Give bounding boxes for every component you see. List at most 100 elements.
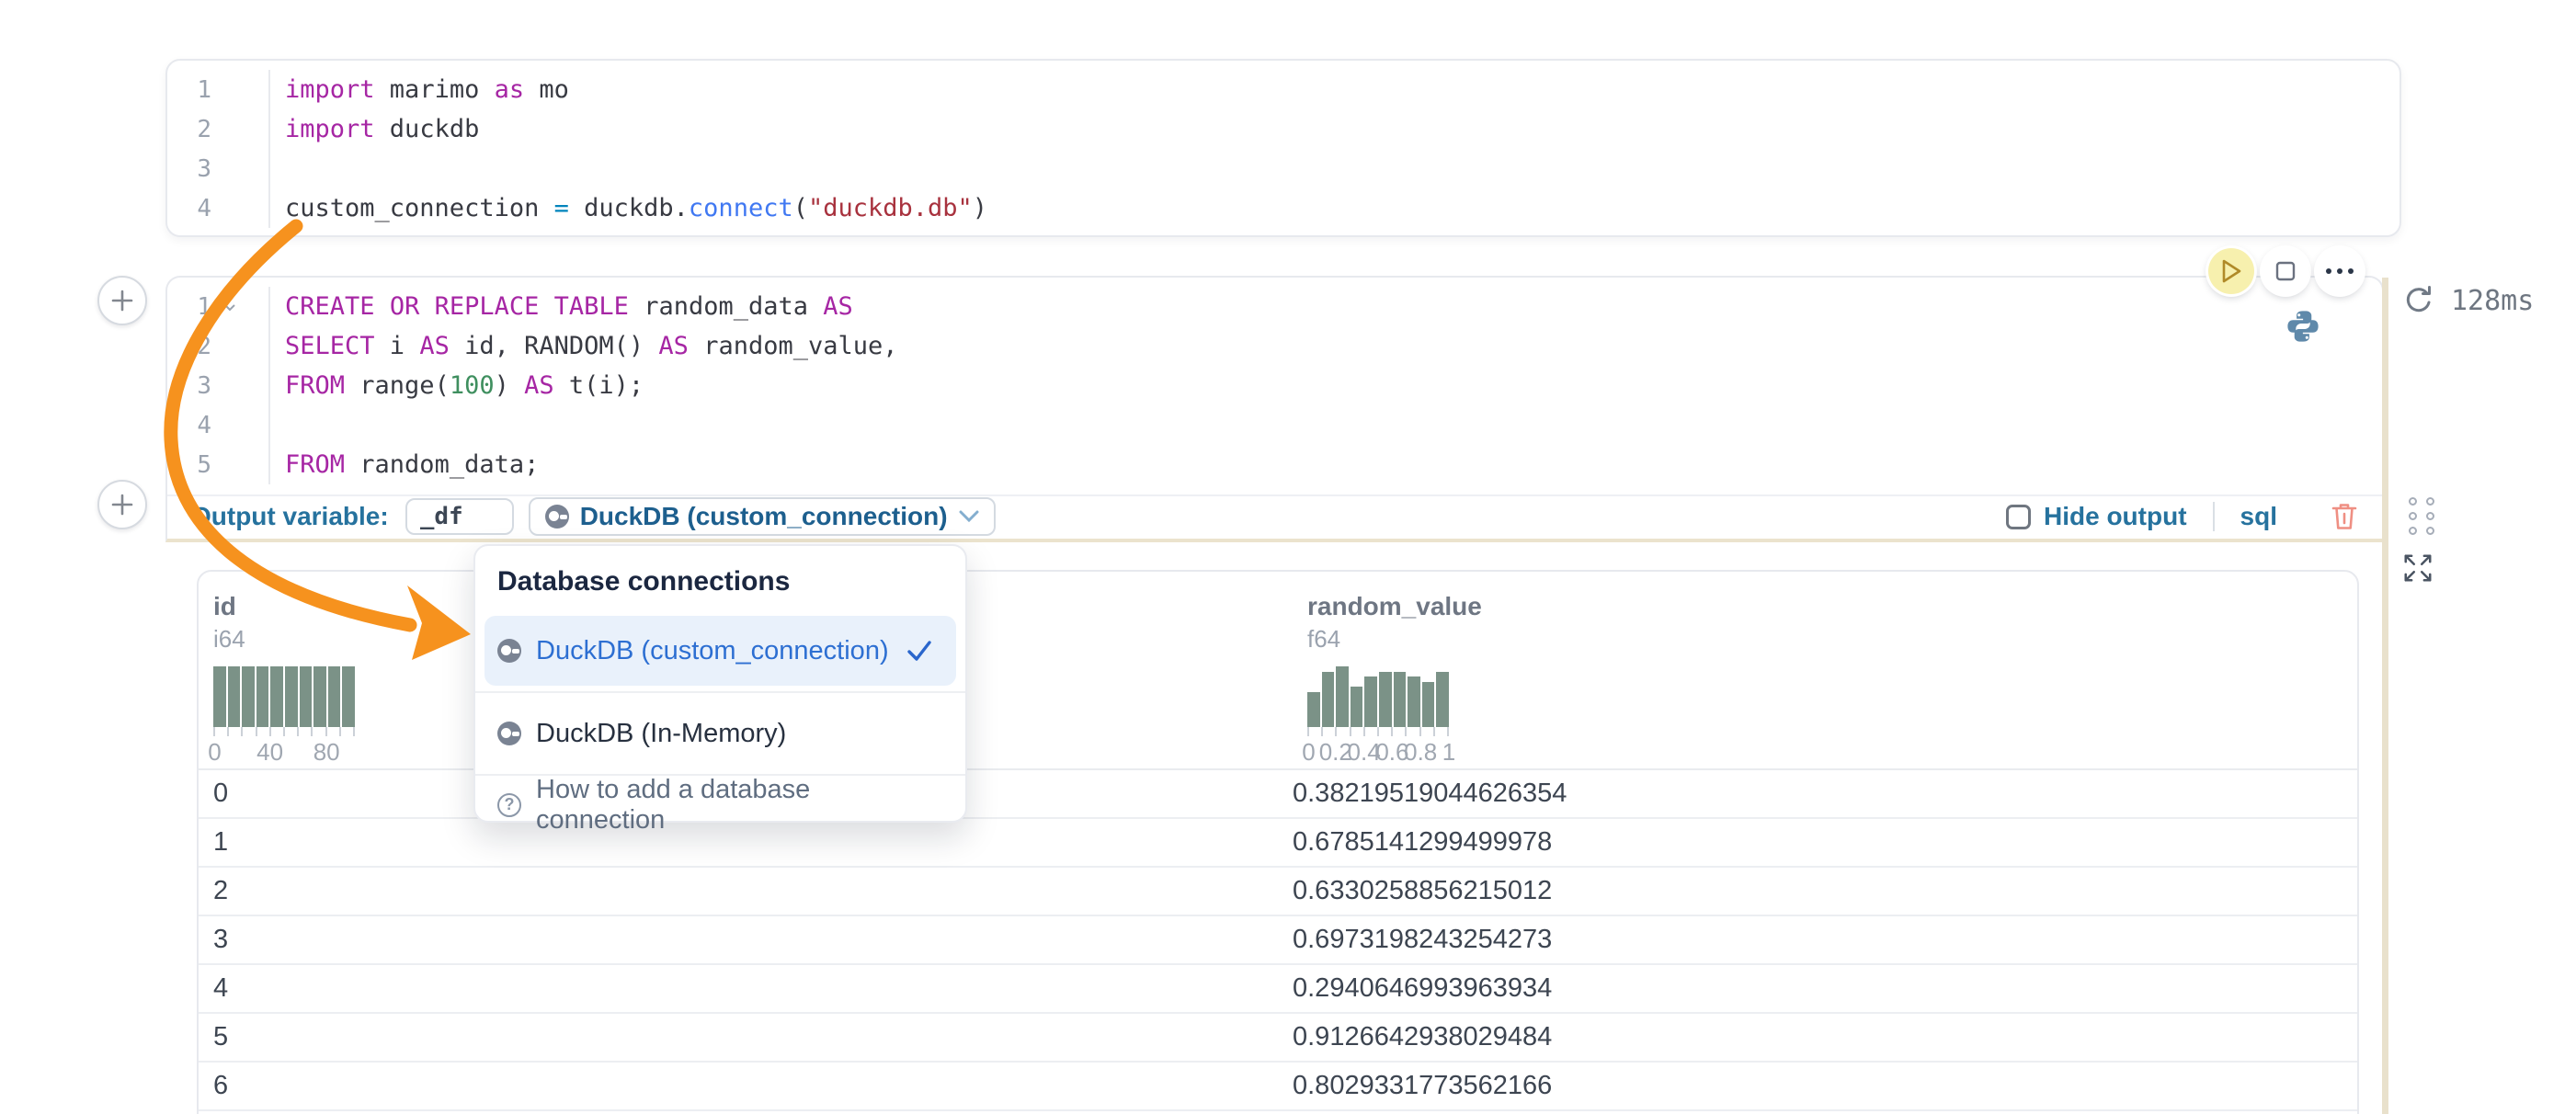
column-name: random_value — [1307, 592, 2357, 621]
delete-cell-button[interactable] — [2331, 501, 2358, 532]
sql-code-cell[interactable]: 1CREATE OR REPLACE TABLE random_data AS2… — [165, 276, 2384, 542]
sql-editor[interactable]: 1CREATE OR REPLACE TABLE random_data AS2… — [167, 278, 2382, 496]
python-editor[interactable]: 1import marimo as mo2import duckdb34cust… — [167, 70, 2399, 228]
histogram-bar — [1394, 672, 1407, 728]
code-text: CREATE OR REPLACE TABLE random_data AS — [268, 287, 853, 326]
code-text: FROM range(100) AS t(i); — [268, 366, 644, 405]
checkmark-icon — [906, 640, 932, 662]
duckdb-icon — [545, 505, 569, 529]
stop-cell-button[interactable] — [2263, 248, 2308, 294]
table-row[interactable]: 30.6973198243254273 — [199, 916, 2357, 965]
ellipsis-icon — [2326, 268, 2354, 274]
axis-tick-label: 40 — [256, 738, 283, 767]
cell-random-value: 0.8029331773562166 — [1293, 1071, 2357, 1101]
table-row[interactable]: 40.2940646993963934 — [199, 965, 2357, 1014]
line-number: 1 — [167, 287, 211, 326]
axis-tick-label: 1 — [1442, 738, 1455, 767]
code-line[interactable]: 3 — [167, 149, 2399, 188]
cell-run-controls — [2208, 248, 2363, 294]
code-line[interactable]: 1 CREATE OR REPLACE TABLE random_data AS — [167, 287, 2382, 326]
fold-gutter — [211, 445, 268, 484]
axis-tick — [1405, 727, 1407, 736]
line-number: 2 — [167, 326, 211, 366]
histogram-bar — [1408, 676, 1420, 727]
axis-tick — [353, 727, 355, 736]
table-row[interactable]: 60.8029331773562166 — [199, 1063, 2357, 1111]
add-cell-button-top[interactable] — [97, 276, 147, 325]
code-line[interactable]: 5 FROM random_data; — [167, 445, 2382, 484]
axis-tick — [1447, 727, 1449, 736]
python-code-cell[interactable]: 1import marimo as mo2import duckdb34cust… — [165, 59, 2401, 237]
histogram-bar — [1422, 682, 1435, 728]
cell-drag-handle[interactable] — [2409, 497, 2435, 535]
menu-item-2[interactable]: DuckDB (In-Memory) — [484, 699, 956, 768]
histogram-bar — [1364, 676, 1377, 727]
axis-tick — [256, 727, 257, 736]
code-line[interactable]: 2 SELECT i AS id, RANDOM() AS random_valu… — [167, 326, 2382, 366]
output-variable-label: Output variable: — [191, 502, 389, 531]
axis-tick — [1433, 727, 1435, 736]
menu-item-wrap: DuckDB (In-Memory) — [475, 691, 965, 768]
axis-tick — [1307, 727, 1309, 736]
cell-random-value: 0.9126642938029484 — [1293, 1022, 2357, 1052]
cell-id: 3 — [199, 925, 1293, 955]
menu-item-3[interactable]: ?How to add a database connection — [484, 781, 956, 829]
axis-tick — [1419, 727, 1421, 736]
axis-tick — [325, 727, 327, 736]
axis-tick — [1335, 727, 1337, 736]
histogram-bar — [313, 666, 326, 727]
toolbar-right-group: Hide output sql — [2006, 501, 2358, 532]
cell-more-actions-button[interactable] — [2317, 248, 2363, 294]
axis-tick-label: 80 — [313, 738, 340, 767]
menu-item-wrap: ?How to add a database connection — [475, 774, 965, 829]
code-line[interactable]: 1import marimo as mo — [167, 70, 2399, 109]
hide-output-checkbox[interactable] — [2006, 505, 2031, 529]
connection-dropdown-button[interactable]: DuckDB (custom_connection) — [529, 497, 996, 536]
code-text: import marimo as mo — [268, 70, 569, 109]
cell-id: 6 — [199, 1071, 1293, 1101]
menu-item-1[interactable]: DuckDB (custom_connection) — [484, 616, 956, 686]
histogram-bar — [300, 666, 313, 727]
line-number: 5 — [167, 445, 211, 484]
hide-output-label[interactable]: Hide output — [2044, 502, 2187, 531]
python-logo-icon[interactable] — [2285, 309, 2320, 348]
runtime-value: 128ms — [2451, 285, 2534, 317]
histogram-bar — [1307, 692, 1320, 728]
cell-id: 4 — [199, 973, 1293, 1004]
fold-chevron-icon[interactable] — [211, 287, 268, 326]
axis-tick — [339, 727, 341, 736]
marimo-notebook-page: 1import marimo as mo2import duckdb34cust… — [0, 0, 2576, 1114]
chevron-down-icon — [959, 510, 979, 523]
code-line[interactable]: 2import duckdb — [167, 109, 2399, 149]
output-variable-input[interactable] — [405, 498, 514, 535]
duckdb-icon — [497, 722, 521, 745]
histogram-bar — [1351, 687, 1363, 727]
histogram-bar — [242, 666, 255, 727]
code-line[interactable]: 3 FROM range(100) AS t(i); — [167, 366, 2382, 405]
axis-tick-label: 0.8 — [1404, 738, 1437, 767]
cell-id: 5 — [199, 1022, 1293, 1052]
axis-tick — [1363, 727, 1365, 736]
plus-icon — [109, 492, 135, 517]
code-text — [268, 405, 285, 445]
language-toggle[interactable]: sql — [2240, 502, 2277, 531]
code-line[interactable]: 4 — [167, 405, 2382, 445]
table-row[interactable]: 50.9126642938029484 — [199, 1014, 2357, 1063]
column-header-random-value[interactable]: random_value f64 00.20.40.60.81 — [1293, 572, 2357, 768]
help-icon: ? — [497, 793, 521, 817]
rerun-icon — [2401, 283, 2436, 318]
run-cell-button[interactable] — [2208, 248, 2254, 294]
add-cell-button-bottom[interactable] — [97, 480, 147, 529]
histogram-bar — [1336, 666, 1349, 727]
cell-runtime-chip[interactable]: 128ms — [2401, 283, 2534, 318]
line-number: 3 — [167, 366, 211, 405]
axis-tick — [1350, 727, 1351, 736]
code-line[interactable]: 4custom_connection = duckdb.connect("duc… — [167, 188, 2399, 228]
code-text: SELECT i AS id, RANDOM() AS random_value… — [268, 326, 898, 366]
histogram-bar — [1322, 672, 1335, 728]
expand-cell-button[interactable] — [2401, 551, 2434, 589]
code-text — [268, 149, 285, 188]
table-row[interactable]: 20.6330258856215012 — [199, 868, 2357, 916]
code-text: FROM random_data; — [268, 445, 539, 484]
menu-item-label: DuckDB (custom_connection) — [536, 636, 889, 666]
